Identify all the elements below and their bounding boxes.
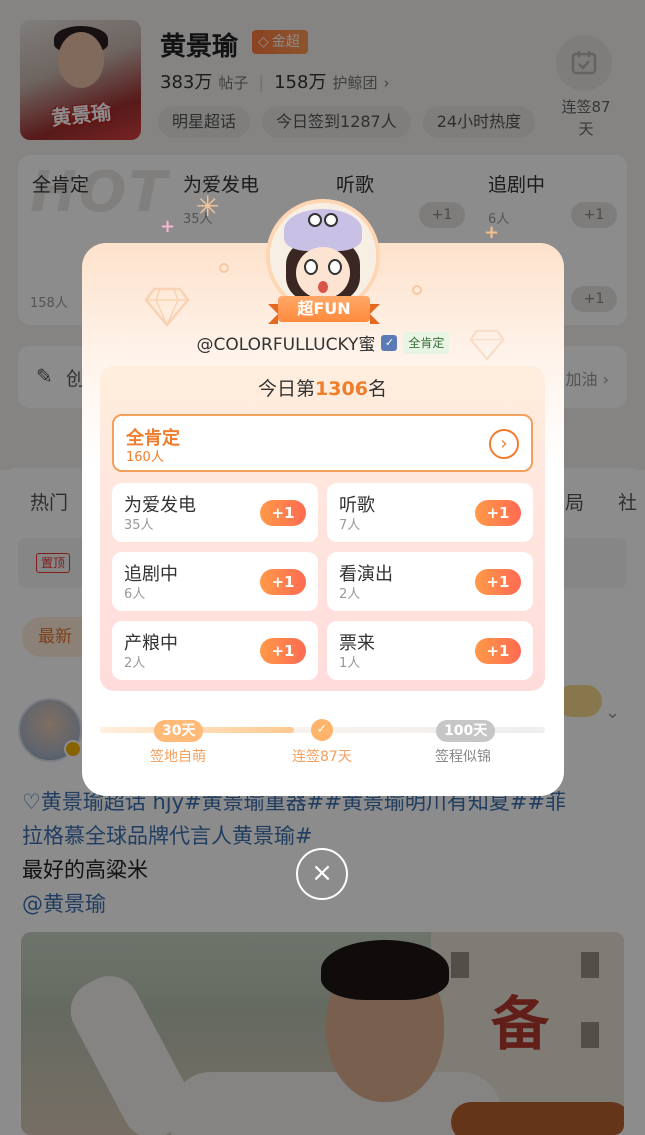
milestone-label: 连签87天 xyxy=(292,749,352,765)
close-icon[interactable]: × xyxy=(296,848,348,900)
plus-sparkle-icon: + xyxy=(160,216,176,237)
plus-one-button[interactable]: +1 xyxy=(475,500,521,526)
avatar-hat xyxy=(284,209,362,251)
option-card[interactable]: 追剧中 6人 +1 xyxy=(112,552,318,611)
milestone-chip: 100天 xyxy=(436,720,496,742)
username[interactable]: @COLORFULLUCKY蜜 xyxy=(197,330,376,355)
plus-one-button[interactable]: +1 xyxy=(260,638,306,664)
rank-line: 今日第1306名 xyxy=(100,374,545,401)
verified-icon: ✓ xyxy=(381,334,398,351)
user-info-row: @COLORFULLUCKY蜜 ✓ 全肯定 xyxy=(82,330,564,355)
option-count: 1人 xyxy=(339,656,361,671)
option-card[interactable]: 听歌 7人 +1 xyxy=(327,483,533,542)
option-count: 160人 xyxy=(126,450,164,465)
avatar-eye xyxy=(304,259,318,275)
avatar-mouth xyxy=(318,281,328,293)
option-card[interactable]: 为爱发电 35人 +1 xyxy=(112,483,318,542)
fun-ribbon: 超FUN xyxy=(268,296,380,324)
plus-one-button[interactable]: +1 xyxy=(475,569,521,595)
rank-suffix: 名 xyxy=(367,378,387,400)
option-count: 6人 xyxy=(124,587,146,602)
ribbon-tail xyxy=(370,304,380,324)
plus-one-button[interactable]: +1 xyxy=(260,569,306,595)
milestone-label: 签地自萌 xyxy=(150,749,206,765)
ribbon-label: 超FUN xyxy=(278,296,370,322)
milestone-label: 签程似锦 xyxy=(435,749,491,765)
rank-prefix: 今日第 xyxy=(258,378,316,400)
check-icon: ✓ xyxy=(311,719,333,741)
option-card[interactable]: 看演出 2人 +1 xyxy=(327,552,533,611)
avatar-hat-eye xyxy=(308,213,322,227)
circle-deco-icon xyxy=(412,285,422,295)
option-count: 7人 xyxy=(339,518,361,533)
affirm-badge: 全肯定 xyxy=(403,331,450,354)
ribbon-tail xyxy=(268,304,278,324)
option-count: 2人 xyxy=(339,587,361,602)
plus-sparkle-icon: + xyxy=(484,222,500,243)
circle-deco-icon xyxy=(219,263,229,273)
option-count: 35人 xyxy=(124,518,154,533)
plus-one-button[interactable]: +1 xyxy=(475,638,521,664)
plus-one-button[interactable]: +1 xyxy=(260,500,306,526)
sparkle-icon: ✳ xyxy=(196,190,220,223)
avatar-hat-eye xyxy=(324,213,338,227)
rank-number: 1306 xyxy=(315,378,368,400)
option-affirm-selected[interactable]: 全肯定 160人 › xyxy=(112,414,533,472)
diamond-icon xyxy=(144,287,190,327)
option-card[interactable]: 票来 1人 +1 xyxy=(327,621,533,680)
avatar-eye xyxy=(328,259,342,275)
option-count: 2人 xyxy=(124,656,146,671)
chevron-right-icon[interactable]: › xyxy=(489,429,519,459)
milestone-chip: 30天 xyxy=(154,720,204,742)
option-card[interactable]: 产粮中 2人 +1 xyxy=(112,621,318,680)
